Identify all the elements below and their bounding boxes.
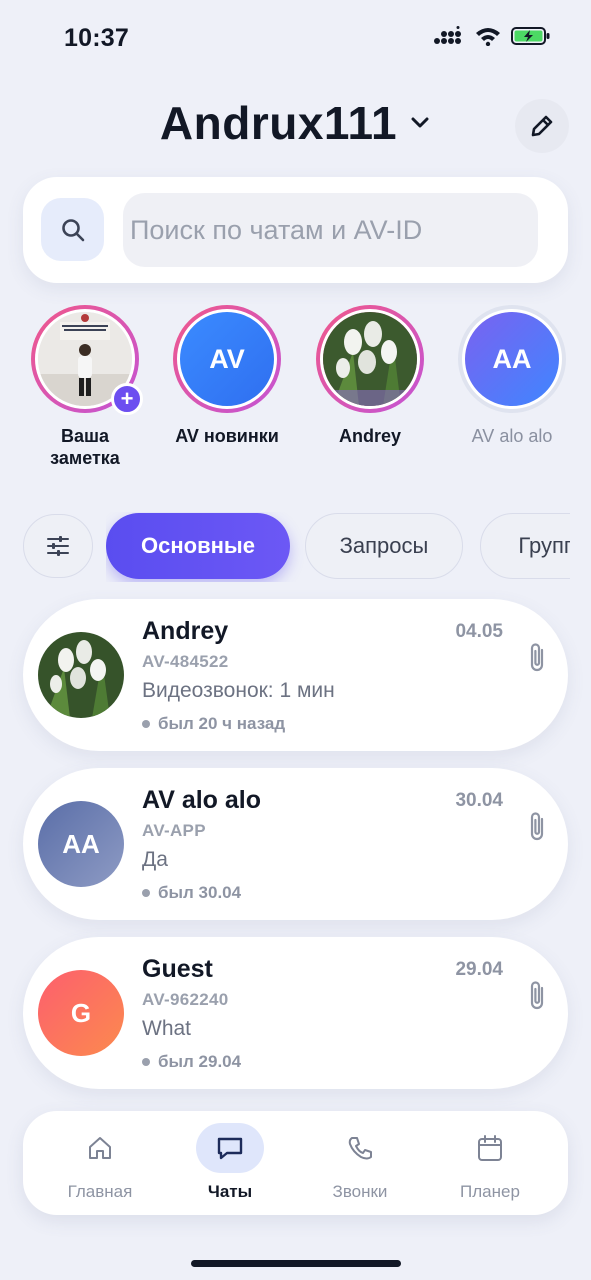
story-your-note[interactable]: + Ваша заметка bbox=[15, 305, 155, 469]
chat-name: Andrey bbox=[142, 617, 229, 645]
chat-last-message: What bbox=[142, 1017, 192, 1040]
wifi-icon bbox=[476, 28, 500, 46]
paperclip-icon bbox=[530, 643, 544, 672]
story-label: заметка bbox=[50, 448, 120, 468]
chat-av-id: AV-APP bbox=[142, 821, 206, 840]
page-title: Andrux111 bbox=[159, 97, 398, 149]
phone-icon bbox=[348, 1137, 372, 1160]
pencil-icon bbox=[531, 115, 553, 137]
chat-av-id: AV-962240 bbox=[142, 990, 229, 1009]
chat-row-guest[interactable]: G Guest 29.04 AV-962240 What был 29.04 bbox=[23, 937, 568, 1089]
status-dot bbox=[142, 720, 150, 728]
story-andrey[interactable]: Andrey bbox=[300, 305, 440, 447]
chat-icon bbox=[217, 1137, 243, 1160]
chat-last-message: Да bbox=[142, 848, 168, 871]
nav-label: Планер bbox=[460, 1182, 520, 1201]
chat-date: 29.04 bbox=[455, 959, 503, 980]
chat-last-message: Видеозвонок: 1 мин bbox=[142, 679, 335, 702]
avatar bbox=[38, 632, 124, 718]
signal-icon bbox=[434, 26, 461, 44]
chat-row-andrey[interactable]: Andrey 04.05 AV-484522 Видеозвонок: 1 ми… bbox=[23, 599, 568, 751]
nav-label: Звонки bbox=[332, 1182, 388, 1201]
avatar-initials: G bbox=[70, 997, 92, 1028]
status-dot bbox=[142, 1058, 150, 1066]
filter-button[interactable] bbox=[23, 514, 93, 578]
chat-date: 30.04 bbox=[455, 790, 503, 811]
story-label: Ваша bbox=[60, 426, 110, 446]
story-label: Andrey bbox=[338, 426, 401, 446]
calendar-icon bbox=[478, 1135, 502, 1161]
avatar: AV bbox=[177, 309, 277, 409]
home-icon bbox=[89, 1137, 111, 1159]
avatar: AA bbox=[462, 309, 562, 409]
search-icon bbox=[61, 218, 84, 241]
battery-charging-icon bbox=[511, 27, 550, 45]
last-seen: был 29.04 bbox=[158, 1052, 242, 1071]
nav-planner[interactable]: Планер bbox=[430, 1123, 550, 1202]
tab-main[interactable]: Основные bbox=[106, 513, 290, 579]
chat-tabs: Основные Запросы Группы bbox=[106, 512, 570, 582]
chat-name: AV alo alo bbox=[142, 786, 262, 814]
tab-groups[interactable]: Группы bbox=[480, 513, 570, 579]
paperclip-icon bbox=[530, 981, 544, 1010]
add-note-button[interactable]: + bbox=[111, 383, 143, 415]
status-icons bbox=[433, 26, 551, 46]
avatar: AA bbox=[38, 801, 124, 887]
chat-row-av-alo-alo[interactable]: AA AV alo alo 30.04 AV-APP Да был 30.04 bbox=[23, 768, 568, 920]
nav-label: Чаты bbox=[207, 1182, 253, 1201]
nav-home[interactable]: Главная bbox=[40, 1123, 160, 1202]
home-indicator[interactable] bbox=[191, 1260, 401, 1267]
search-input[interactable] bbox=[123, 193, 538, 267]
last-seen: был 20 ч назад bbox=[158, 714, 286, 733]
chat-date: 04.05 bbox=[455, 621, 503, 642]
sliders-icon bbox=[47, 536, 69, 556]
avatar: G bbox=[38, 970, 124, 1056]
story-av-news[interactable]: AV AV новинки bbox=[157, 305, 297, 447]
chevron-down-icon bbox=[411, 117, 429, 128]
last-seen: был 30.04 bbox=[158, 883, 242, 902]
search-button[interactable] bbox=[41, 198, 104, 261]
nav-chats[interactable]: Чаты bbox=[170, 1123, 290, 1202]
bottom-nav: Главная Чаты Звонки Планер bbox=[23, 1111, 568, 1215]
story-av-alo-alo[interactable]: AA AV alo alo bbox=[442, 305, 582, 447]
tulips-photo-icon bbox=[323, 312, 417, 406]
account-switcher[interactable]: Andrux111 bbox=[0, 96, 591, 150]
avatar-initials: AA bbox=[62, 828, 100, 859]
status-dot bbox=[142, 889, 150, 897]
avatar-initials: AA bbox=[492, 343, 532, 374]
nav-label: Главная bbox=[67, 1182, 133, 1201]
chat-av-id: AV-484522 bbox=[142, 652, 229, 671]
tab-requests[interactable]: Запросы bbox=[305, 513, 463, 579]
nav-calls[interactable]: Звонки bbox=[300, 1123, 420, 1202]
paperclip-icon bbox=[530, 812, 544, 841]
avatar-initials: AV bbox=[209, 343, 245, 374]
avatar bbox=[320, 309, 420, 409]
tulips-photo-icon bbox=[38, 632, 124, 718]
compose-button[interactable] bbox=[515, 99, 569, 153]
story-label: AV alo alo bbox=[471, 426, 553, 446]
status-time: 10:37 bbox=[64, 24, 129, 52]
story-label: AV новинки bbox=[175, 426, 279, 446]
chat-name: Guest bbox=[142, 955, 213, 983]
